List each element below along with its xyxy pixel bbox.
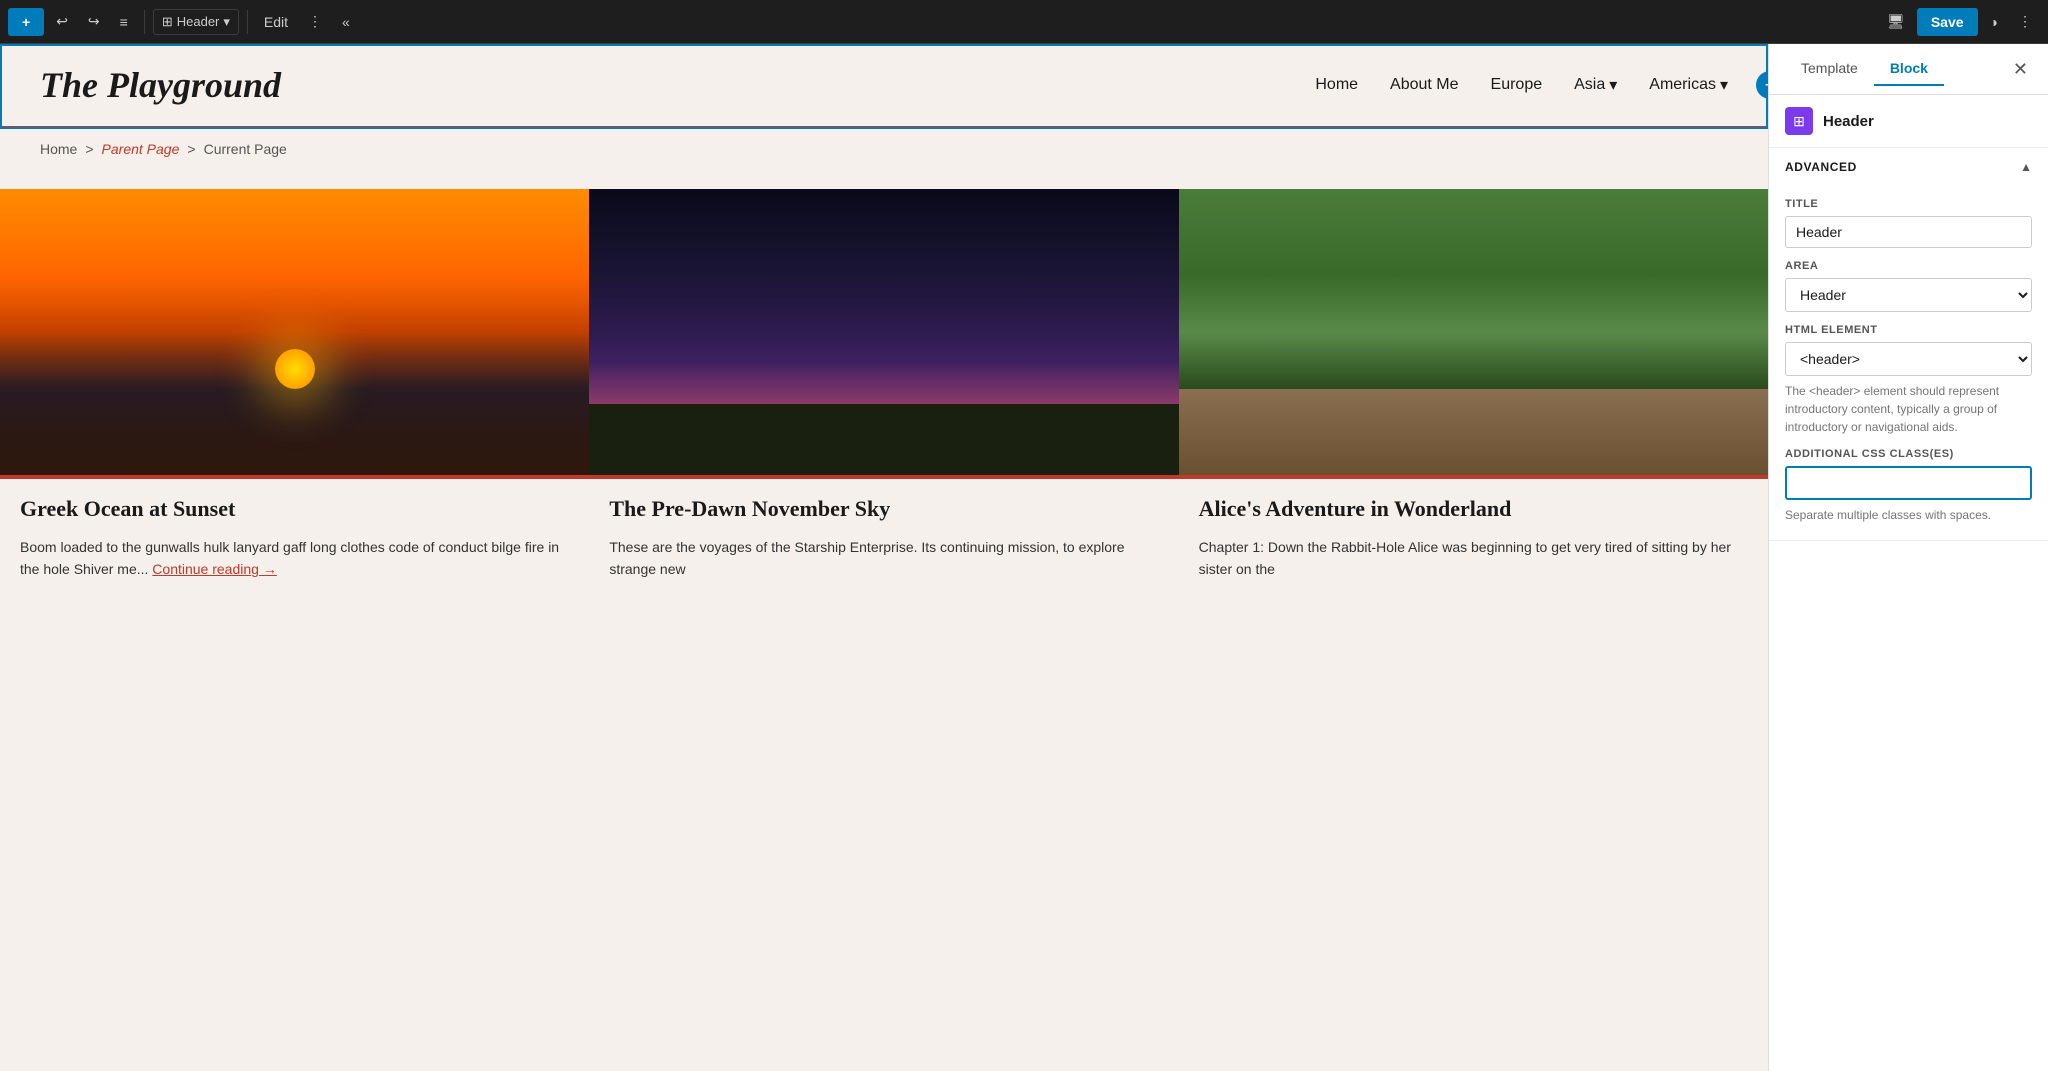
add-block-button[interactable]: +	[8, 8, 44, 36]
global-options-button[interactable]: ⋮	[2010, 7, 2040, 36]
blog-card-excerpt-1: Boom loaded to the gunwalls hulk lanyard…	[20, 536, 569, 581]
nav-item-asia-label: Asia	[1574, 76, 1605, 94]
blog-card-2: The Pre-Dawn November Sky These are the …	[589, 189, 1178, 596]
continue-reading-1[interactable]: Continue reading →	[152, 561, 277, 577]
html-element-select[interactable]: <header> <div> <section> <main> <footer>	[1785, 342, 2032, 376]
chevron-down-icon: ▾	[223, 14, 230, 30]
site-title: The Playground	[40, 64, 281, 106]
redo-button[interactable]: ↪	[80, 7, 108, 36]
chevron-down-icon: ▾	[1609, 75, 1617, 95]
blog-card-content-1: Greek Ocean at Sunset Boom loaded to the…	[0, 479, 589, 596]
tab-block[interactable]: Block	[1874, 52, 1944, 86]
view-button[interactable]: 🖥	[1879, 7, 1913, 36]
panel-close-button[interactable]: ✕	[2009, 55, 2032, 84]
tab-template[interactable]: Template	[1785, 52, 1874, 86]
block-name-label: Header	[177, 14, 220, 29]
breadcrumb-parent[interactable]: Parent Page	[102, 141, 180, 157]
toolbar-separator-1	[144, 10, 145, 34]
blog-card-image-1	[0, 189, 589, 479]
html-element-field-label: HTML ELEMENT	[1785, 324, 2032, 336]
more-options-button[interactable]: ⋮	[300, 7, 330, 36]
blog-card-content-2: The Pre-Dawn November Sky These are the …	[589, 479, 1178, 596]
area-field-label: AREA	[1785, 260, 2032, 272]
toolbar: + ↩ ↪ ≡ ⊞ Header ▾ Edit ⋮ « 🖥 Save ◑ ⋮	[0, 0, 2048, 44]
nav-item-americas-label: Americas	[1649, 76, 1716, 94]
blog-card-image-3	[1179, 189, 1768, 479]
style-button[interactable]: ◑	[1982, 8, 2006, 36]
blog-card-content-3: Alice's Adventure in Wonderland Chapter …	[1179, 479, 1768, 596]
css-classes-input[interactable]	[1785, 466, 2032, 500]
nav-item-home[interactable]: Home	[1315, 76, 1358, 94]
toolbar-separator-2	[247, 10, 248, 34]
advanced-section-title: Advanced	[1785, 160, 1857, 174]
nav-item-americas[interactable]: Americas ▾	[1649, 75, 1728, 95]
blog-card-title-1: Greek Ocean at Sunset	[20, 495, 569, 524]
toolbar-right: 🖥 Save ◑ ⋮	[1879, 7, 2040, 36]
canvas-area: The Playground Home About Me Europe Asia…	[0, 44, 1768, 1071]
advanced-section-header[interactable]: Advanced ▲	[1769, 148, 2048, 186]
site-header[interactable]: The Playground Home About Me Europe Asia…	[0, 44, 1768, 129]
panel-content: Advanced ▲ TITLE AREA Header Footer Side…	[1769, 148, 2048, 1071]
blog-card-title-3: Alice's Adventure in Wonderland	[1199, 495, 1748, 524]
site-nav: Home About Me Europe Asia ▾ Americas ▾	[1315, 75, 1728, 95]
blog-card-excerpt-3: Chapter 1: Down the Rabbit-Hole Alice wa…	[1199, 536, 1748, 581]
excerpt-text-1: Boom loaded to the gunwalls hulk lanyard…	[20, 539, 559, 577]
nav-item-about[interactable]: About Me	[1390, 76, 1458, 94]
save-button[interactable]: Save	[1917, 8, 1978, 36]
css-classes-field-label: ADDITIONAL CSS CLASS(ES)	[1785, 448, 2032, 460]
breadcrumb-home[interactable]: Home	[40, 141, 77, 157]
css-classes-hint: Separate multiple classes with spaces.	[1785, 506, 2032, 524]
breadcrumb-sep-2: >	[187, 141, 195, 157]
blog-card-title-2: The Pre-Dawn November Sky	[609, 495, 1158, 524]
chevron-down-icon: ▾	[1720, 75, 1728, 95]
page-wrapper: The Playground Home About Me Europe Asia…	[0, 44, 1768, 1071]
right-panel: Template Block ✕ ⊞ Header Advanced ▲ TIT…	[1768, 44, 2048, 1071]
blog-card-image-2	[589, 189, 1178, 479]
main-layout: The Playground Home About Me Europe Asia…	[0, 44, 2048, 1071]
nav-item-asia[interactable]: Asia ▾	[1574, 75, 1617, 95]
block-icon-label: ⊞	[1793, 113, 1805, 130]
title-input[interactable]	[1785, 216, 2032, 248]
chevron-up-icon: ▲	[2020, 160, 2032, 174]
panel-header: Template Block ✕	[1769, 44, 2048, 95]
html-element-hint: The <header> element should represent in…	[1785, 382, 2032, 436]
add-block-after-header[interactable]: +	[1756, 71, 1768, 99]
blog-card-excerpt-2: These are the voyages of the Starship En…	[609, 536, 1158, 581]
area-select[interactable]: Header Footer Sidebar	[1785, 278, 2032, 312]
advanced-section: Advanced ▲ TITLE AREA Header Footer Side…	[1769, 148, 2048, 541]
block-icon: ⊞	[162, 14, 173, 30]
undo-button[interactable]: ↩	[48, 7, 76, 36]
block-name-selector[interactable]: ⊞ Header ▾	[153, 9, 239, 35]
title-field-label: TITLE	[1785, 198, 2032, 210]
list-view-button[interactable]: ≡	[112, 8, 136, 36]
edit-button[interactable]: Edit	[256, 8, 296, 36]
blog-card-3: Alice's Adventure in Wonderland Chapter …	[1179, 189, 1768, 596]
advanced-section-body: TITLE AREA Header Footer Sidebar HTML EL…	[1769, 198, 2048, 540]
breadcrumb: Home > Parent Page > Current Page	[0, 129, 1768, 169]
blog-card-1: Greek Ocean at Sunset Boom loaded to the…	[0, 189, 589, 596]
panel-block-header: ⊞ Header	[1769, 95, 2048, 148]
block-icon: ⊞	[1785, 107, 1813, 135]
nav-item-europe[interactable]: Europe	[1491, 76, 1543, 94]
collapse-button[interactable]: «	[334, 8, 358, 36]
block-label: Header	[1823, 113, 1874, 130]
breadcrumb-sep-1: >	[85, 141, 93, 157]
blog-grid: Greek Ocean at Sunset Boom loaded to the…	[0, 169, 1768, 636]
breadcrumb-current: Current Page	[204, 141, 287, 157]
panel-tabs: Template Block	[1785, 52, 1944, 86]
